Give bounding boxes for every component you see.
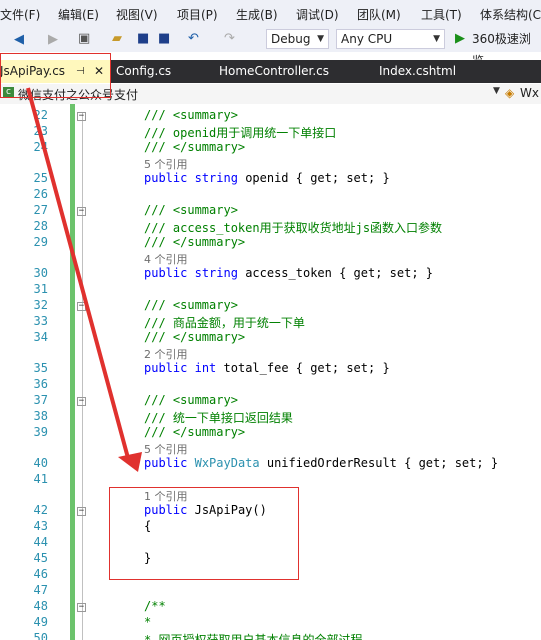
annotation-arrow [26, 87, 142, 472]
